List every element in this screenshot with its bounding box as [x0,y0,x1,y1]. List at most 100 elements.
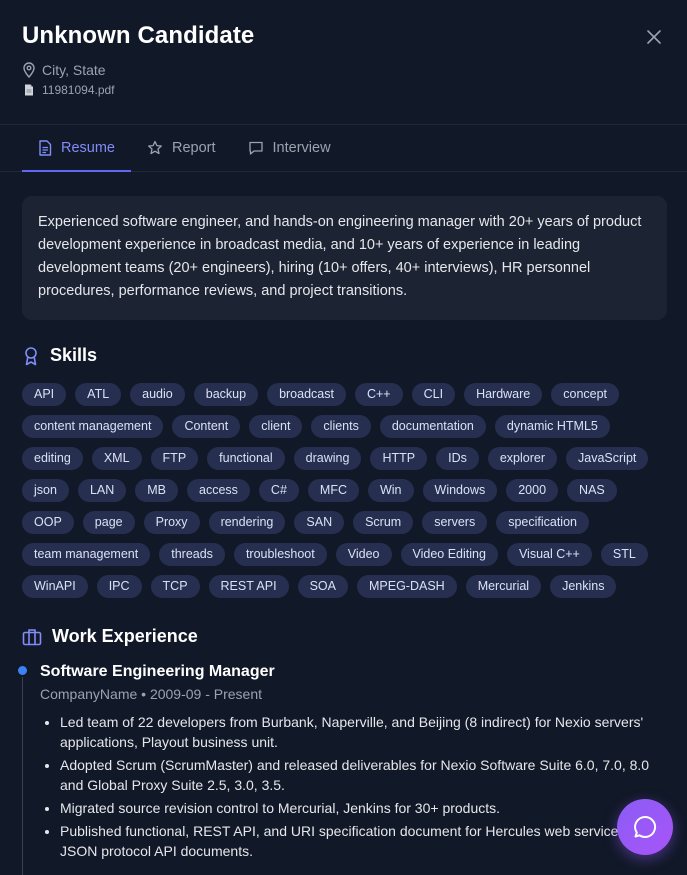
tab-resume-label: Resume [61,140,115,156]
skill-tag[interactable]: Visual C++ [506,543,592,566]
work-heading: Work Experience [22,626,667,647]
star-icon [147,140,163,156]
job-bullet: Adopted Scrum (ScrumMaster) and released… [60,755,667,795]
skill-tag[interactable]: json [22,479,69,502]
location-text: City, State [42,62,106,78]
skill-tag[interactable]: REST API [208,575,289,598]
skill-tag[interactable]: rendering [208,511,286,534]
skill-tag[interactable]: access [187,479,250,502]
skills-list: API ATL audio backup broadcast C++ CLI Hardware… [22,383,667,598]
job-entry: Software Engineering Manager CompanyName… [40,661,667,861]
skill-tag[interactable]: Win [367,479,414,502]
skill-tag[interactable]: CLI [411,383,456,406]
skill-tag[interactable]: Hardware [464,383,543,406]
close-icon [646,29,662,45]
skill-tag[interactable]: page [82,511,135,534]
skill-tag[interactable]: ATL [75,383,122,406]
resume-file-row: 11981094.pdf [22,83,665,97]
skill-tag[interactable]: team management [22,543,151,566]
skill-tag[interactable]: drawing [293,447,362,470]
skill-tag[interactable]: C++ [354,383,403,406]
candidate-name: Unknown Candidate [22,22,255,49]
skill-tag[interactable]: Mercurial [465,575,542,598]
skill-tag[interactable]: concept [551,383,620,406]
chat-fab-button[interactable] [617,799,673,855]
skill-tag[interactable]: clients [311,415,371,438]
job-separator: • [141,686,147,702]
skill-tag[interactable]: SOA [297,575,348,598]
job-title: Software Engineering Manager [40,663,275,680]
chat-icon [248,140,264,156]
skill-tag[interactable]: Video [335,543,392,566]
message-circle-icon [632,814,658,840]
skill-tag[interactable]: threads [159,543,225,566]
skill-tag[interactable]: JavaScript [566,447,649,470]
skill-tag[interactable]: LAN [77,479,127,502]
skill-tag[interactable]: HTTP [370,447,428,470]
skill-tag[interactable]: Content [172,415,241,438]
skill-tag[interactable]: WinAPI [22,575,88,598]
skill-tag[interactable]: 2000 [506,479,559,502]
skill-tag[interactable]: MPEG-DASH [356,575,457,598]
timeline-line [22,667,23,875]
award-icon [22,346,40,366]
skill-tag[interactable]: Proxy [143,511,200,534]
skill-tag[interactable]: STL [600,543,648,566]
briefcase-icon [22,628,42,646]
job-meta: CompanyName • 2009-09 - Present [40,686,667,702]
skill-tag[interactable]: IDs [436,447,479,470]
job-dates: 2009-09 - Present [149,686,263,702]
skill-tag[interactable]: Video Editing [400,543,498,566]
skill-tag[interactable]: MFC [307,479,359,502]
tab-resume[interactable]: Resume [22,125,131,172]
skill-tag[interactable]: XML [91,447,142,470]
candidate-header: Unknown Candidate City, State 11981094.p… [0,0,687,124]
skills-title: Skills [50,345,98,365]
job-company: CompanyName [40,686,138,702]
skill-tag[interactable]: explorer [487,447,558,470]
skill-tag[interactable]: client [249,415,303,438]
skill-tag[interactable]: TCP [150,575,200,598]
file-icon [24,84,34,96]
skill-tag[interactable]: content management [22,415,164,438]
skill-tag[interactable]: Scrum [353,511,414,534]
work-title: Work Experience [52,626,198,646]
map-pin-icon [22,62,36,78]
skill-tag[interactable]: broadcast [267,383,346,406]
skill-tag[interactable]: servers [422,511,488,534]
skill-tag[interactable]: C# [258,479,299,502]
document-icon [38,140,52,156]
job-bullet: Published functional, REST API, and URI … [60,821,667,861]
tab-bar: Resume Report Interview [0,125,687,172]
skill-tag[interactable]: FTP [150,447,199,470]
skill-tag[interactable]: specification [496,511,589,534]
skill-tag[interactable]: API [22,383,67,406]
summary-card: Experienced software engineer, and hands… [22,196,667,320]
tab-interview[interactable]: Interview [232,125,347,171]
skill-tag[interactable]: NAS [567,479,617,502]
skill-tag[interactable]: functional [207,447,285,470]
skills-heading: Skills [22,345,667,366]
skill-tag[interactable]: Windows [422,479,498,502]
skill-tag[interactable]: OOP [22,511,74,534]
experience-timeline: Software Engineering Manager CompanyName… [18,661,667,875]
skill-tag[interactable]: MB [135,479,179,502]
job-bullet: Led team of 22 developers from Burbank, … [60,712,667,752]
resume-content: Experienced software engineer, and hands… [0,172,687,875]
skill-tag[interactable]: IPC [96,575,142,598]
file-name[interactable]: 11981094.pdf [42,83,115,97]
skill-tag[interactable]: Jenkins [550,575,617,598]
timeline-dot [18,666,27,675]
tab-report[interactable]: Report [131,125,232,171]
skill-tag[interactable]: audio [130,383,185,406]
tab-interview-label: Interview [272,140,331,156]
skill-tag[interactable]: editing [22,447,83,470]
job-bullet: Migrated source revision control to Merc… [60,798,667,818]
close-button[interactable] [643,26,665,48]
skill-tag[interactable]: dynamic HTML5 [494,415,610,438]
skill-tag[interactable]: SAN [294,511,345,534]
location-row: City, State [22,62,665,78]
skill-tag[interactable]: documentation [379,415,486,438]
skill-tag[interactable]: troubleshoot [233,543,327,566]
skill-tag[interactable]: backup [193,383,259,406]
